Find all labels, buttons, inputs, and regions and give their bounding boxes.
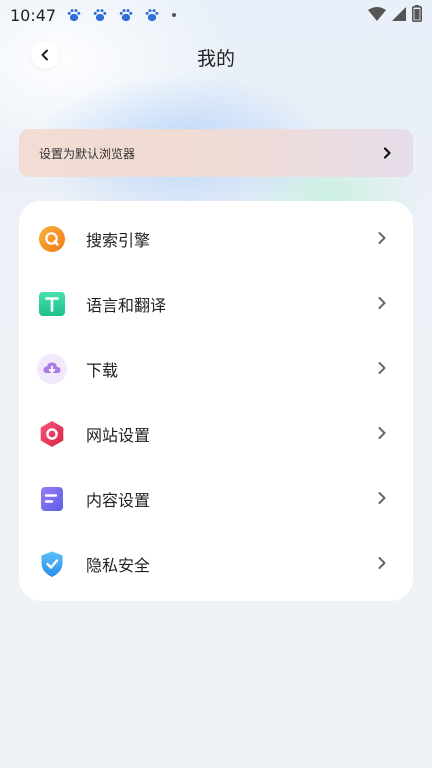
more-notifications-dot [172, 13, 177, 17]
menu-item-language-translation[interactable]: 语言和翻译 [19, 272, 413, 336]
search-engine-icon [36, 223, 68, 255]
website-settings-icon [36, 418, 68, 450]
menu-item-label: 搜索引擎 [86, 231, 151, 250]
chevron-right-icon [376, 490, 388, 509]
menu-item-privacy-security[interactable]: 隐私安全 [19, 532, 413, 596]
wifi-icon [368, 6, 386, 25]
baidu-paw-icon [66, 7, 82, 23]
menu-item-content-settings[interactable]: 内容设置 [19, 467, 413, 531]
chevron-right-icon [376, 425, 388, 444]
chevron-right-icon [376, 295, 388, 314]
content-settings-icon [36, 483, 68, 515]
set-default-browser-button[interactable]: 设置为默认浏览器 [19, 129, 413, 177]
chevron-right-icon [376, 555, 388, 574]
battery-icon [412, 4, 422, 26]
page-header: 我的 [0, 36, 432, 76]
chevron-right-icon [381, 144, 393, 163]
status-bar: 10:47 [0, 0, 432, 30]
page-title: 我的 [196, 48, 235, 70]
menu-item-label: 语言和翻译 [86, 296, 167, 315]
menu-item-label: 内容设置 [86, 491, 151, 510]
translate-icon [36, 288, 68, 320]
chevron-right-icon [376, 230, 388, 249]
download-icon [36, 353, 68, 385]
privacy-shield-icon [36, 548, 68, 580]
menu-item-label: 网站设置 [86, 426, 151, 445]
settings-menu-card: 搜索引擎 语言和翻译 下载 网站设置 内容设置 隐私安全 [19, 201, 413, 601]
baidu-paw-icon [118, 7, 134, 23]
status-time: 10:47 [10, 5, 57, 25]
menu-item-website-settings[interactable]: 网站设置 [19, 402, 413, 466]
menu-item-label: 隐私安全 [86, 556, 151, 575]
chevron-right-icon [376, 360, 388, 379]
set-default-browser-label: 设置为默认浏览器 [39, 146, 136, 161]
menu-item-label: 下载 [86, 361, 119, 380]
menu-item-download[interactable]: 下载 [19, 337, 413, 401]
signal-icon [392, 6, 406, 25]
baidu-paw-icon [92, 7, 108, 23]
status-right [368, 4, 422, 26]
baidu-paw-icon [144, 7, 160, 23]
menu-item-search-engine[interactable]: 搜索引擎 [19, 207, 413, 271]
